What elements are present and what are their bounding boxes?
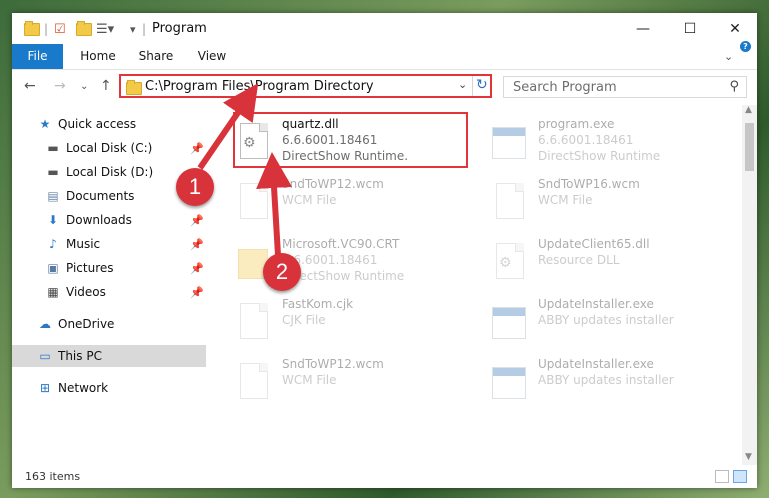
step-2-badge: 2: [263, 253, 301, 291]
arrow-to-quartz-dll: [256, 152, 293, 256]
step-1-badge: 1: [176, 168, 214, 206]
annotation-arrows: [197, 83, 293, 256]
arrow-to-address-bar: [197, 83, 259, 170]
